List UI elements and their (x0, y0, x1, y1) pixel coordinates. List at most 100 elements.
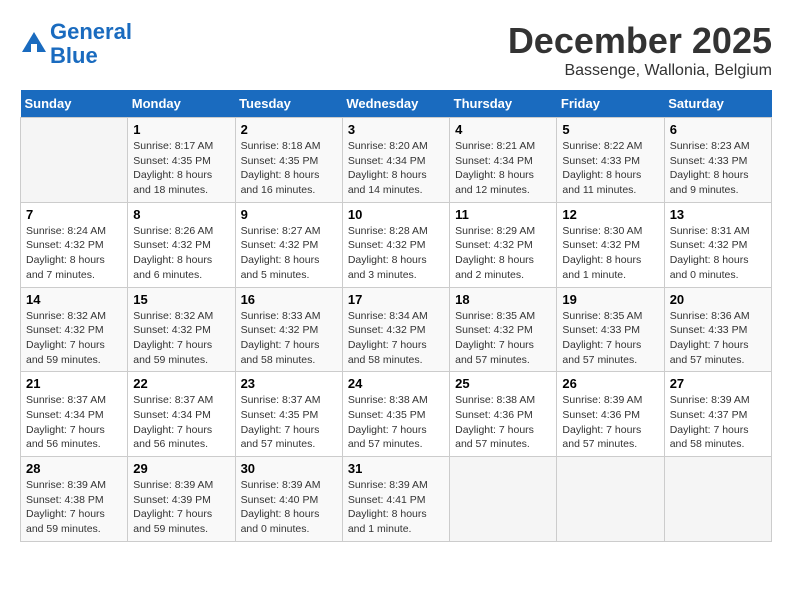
calendar-cell: 1 Sunrise: 8:17 AM Sunset: 4:35 PM Daylig… (128, 118, 235, 203)
day-number: 14 (26, 292, 122, 307)
calendar-cell (557, 457, 664, 542)
cell-content: Sunrise: 8:31 AM Sunset: 4:32 PM Dayligh… (670, 224, 766, 283)
calendar-cell: 6Sunrise: 8:23 AM Sunset: 4:33 PM Daylig… (664, 118, 771, 203)
day-number: 11 (455, 207, 551, 222)
day-header-saturday: Saturday (664, 90, 771, 118)
cell-content: Sunrise: 8:35 AM Sunset: 4:33 PM Dayligh… (562, 309, 658, 368)
day-number: 2 (241, 122, 337, 137)
calendar-cell: 7Sunrise: 8:24 AM Sunset: 4:32 PM Daylig… (21, 202, 128, 287)
day-number: 27 (670, 376, 766, 391)
cell-content: Sunrise: 8:37 AM Sunset: 4:34 PM Dayligh… (133, 393, 229, 452)
cell-content: Sunrise: 8:26 AM Sunset: 4:32 PM Dayligh… (133, 224, 229, 283)
cell-content: Sunrise: 8:39 AM Sunset: 4:41 PM Dayligh… (348, 478, 444, 537)
calendar-cell: 30 Sunrise: 8:39 AM Sunset: 4:40 PM Dayli… (235, 457, 342, 542)
day-header-friday: Friday (557, 90, 664, 118)
day-number: 9 (241, 207, 337, 222)
calendar-cell: 9 Sunrise: 8:27 AM Sunset: 4:32 PM Daylig… (235, 202, 342, 287)
day-number: 26 (562, 376, 658, 391)
day-number: 10 (348, 207, 444, 222)
cell-content: Sunrise: 8:28 AM Sunset: 4:32 PM Dayligh… (348, 224, 444, 283)
cell-content: Sunrise: 8:17 AM Sunset: 4:35 PM Dayligh… (133, 139, 229, 198)
calendar-cell: 11 Sunrise: 8:29 AM Sunset: 4:32 PM Dayli… (450, 202, 557, 287)
day-header-monday: Monday (128, 90, 235, 118)
calendar-table: SundayMondayTuesdayWednesdayThursdayFrid… (20, 90, 772, 542)
cell-content: Sunrise: 8:36 AM Sunset: 4:33 PM Dayligh… (670, 309, 766, 368)
day-number: 12 (562, 207, 658, 222)
cell-content: Sunrise: 8:38 AM Sunset: 4:35 PM Dayligh… (348, 393, 444, 452)
calendar-week-2: 7Sunrise: 8:24 AM Sunset: 4:32 PM Daylig… (21, 202, 772, 287)
cell-content: Sunrise: 8:27 AM Sunset: 4:32 PM Dayligh… (241, 224, 337, 283)
cell-content: Sunrise: 8:39 AM Sunset: 4:39 PM Dayligh… (133, 478, 229, 537)
day-number: 20 (670, 292, 766, 307)
calendar-cell: 19 Sunrise: 8:35 AM Sunset: 4:33 PM Dayli… (557, 287, 664, 372)
calendar-cell (21, 118, 128, 203)
cell-content: Sunrise: 8:18 AM Sunset: 4:35 PM Dayligh… (241, 139, 337, 198)
calendar-cell: 8 Sunrise: 8:26 AM Sunset: 4:32 PM Daylig… (128, 202, 235, 287)
cell-content: Sunrise: 8:29 AM Sunset: 4:32 PM Dayligh… (455, 224, 551, 283)
day-number: 24 (348, 376, 444, 391)
logo-icon (20, 30, 48, 58)
calendar-cell: 4Sunrise: 8:21 AM Sunset: 4:34 PM Daylig… (450, 118, 557, 203)
calendar-cell: 13 Sunrise: 8:31 AM Sunset: 4:32 PM Dayli… (664, 202, 771, 287)
cell-content: Sunrise: 8:32 AM Sunset: 4:32 PM Dayligh… (26, 309, 122, 368)
day-number: 19 (562, 292, 658, 307)
cell-content: Sunrise: 8:32 AM Sunset: 4:32 PM Dayligh… (133, 309, 229, 368)
day-number: 28 (26, 461, 122, 476)
calendar-cell: 22 Sunrise: 8:37 AM Sunset: 4:34 PM Dayli… (128, 372, 235, 457)
cell-content: Sunrise: 8:20 AM Sunset: 4:34 PM Dayligh… (348, 139, 444, 198)
day-number: 13 (670, 207, 766, 222)
day-number: 30 (241, 461, 337, 476)
cell-content: Sunrise: 8:39 AM Sunset: 4:38 PM Dayligh… (26, 478, 122, 537)
calendar-cell: 20 Sunrise: 8:36 AM Sunset: 4:33 PM Dayli… (664, 287, 771, 372)
day-number: 16 (241, 292, 337, 307)
day-number: 3 (348, 122, 444, 137)
calendar-week-5: 28 Sunrise: 8:39 AM Sunset: 4:38 PM Dayli… (21, 457, 772, 542)
calendar-cell: 24 Sunrise: 8:38 AM Sunset: 4:35 PM Dayli… (342, 372, 449, 457)
title-block: December 2025 Bassenge, Wallonia, Belgiu… (508, 20, 772, 80)
day-number: 23 (241, 376, 337, 391)
calendar-cell: 28 Sunrise: 8:39 AM Sunset: 4:38 PM Dayli… (21, 457, 128, 542)
day-number: 1 (133, 122, 229, 137)
cell-content: Sunrise: 8:37 AM Sunset: 4:35 PM Dayligh… (241, 393, 337, 452)
day-number: 31 (348, 461, 444, 476)
calendar-cell: 29 Sunrise: 8:39 AM Sunset: 4:39 PM Dayli… (128, 457, 235, 542)
cell-content: Sunrise: 8:38 AM Sunset: 4:36 PM Dayligh… (455, 393, 551, 452)
cell-content: Sunrise: 8:21 AM Sunset: 4:34 PM Dayligh… (455, 139, 551, 198)
day-number: 17 (348, 292, 444, 307)
cell-content: Sunrise: 8:23 AM Sunset: 4:33 PM Dayligh… (670, 139, 766, 198)
calendar-cell: 31 Sunrise: 8:39 AM Sunset: 4:41 PM Dayli… (342, 457, 449, 542)
day-number: 25 (455, 376, 551, 391)
day-header-wednesday: Wednesday (342, 90, 449, 118)
calendar-cell: 10 Sunrise: 8:28 AM Sunset: 4:32 PM Dayli… (342, 202, 449, 287)
calendar-body: 1 Sunrise: 8:17 AM Sunset: 4:35 PM Daylig… (21, 118, 772, 542)
calendar-cell: 25 Sunrise: 8:38 AM Sunset: 4:36 PM Dayli… (450, 372, 557, 457)
cell-content: Sunrise: 8:33 AM Sunset: 4:32 PM Dayligh… (241, 309, 337, 368)
calendar-cell: 27Sunrise: 8:39 AM Sunset: 4:37 PM Dayli… (664, 372, 771, 457)
calendar-week-1: 1 Sunrise: 8:17 AM Sunset: 4:35 PM Daylig… (21, 118, 772, 203)
calendar-cell: 12 Sunrise: 8:30 AM Sunset: 4:32 PM Dayli… (557, 202, 664, 287)
day-header-tuesday: Tuesday (235, 90, 342, 118)
cell-content: Sunrise: 8:34 AM Sunset: 4:32 PM Dayligh… (348, 309, 444, 368)
calendar-cell: 23 Sunrise: 8:37 AM Sunset: 4:35 PM Dayli… (235, 372, 342, 457)
calendar-cell: 21Sunrise: 8:37 AM Sunset: 4:34 PM Dayli… (21, 372, 128, 457)
calendar-cell: 3 Sunrise: 8:20 AM Sunset: 4:34 PM Daylig… (342, 118, 449, 203)
day-number: 15 (133, 292, 229, 307)
cell-content: Sunrise: 8:37 AM Sunset: 4:34 PM Dayligh… (26, 393, 122, 452)
cell-content: Sunrise: 8:30 AM Sunset: 4:32 PM Dayligh… (562, 224, 658, 283)
cell-content: Sunrise: 8:24 AM Sunset: 4:32 PM Dayligh… (26, 224, 122, 283)
day-number: 22 (133, 376, 229, 391)
day-number: 29 (133, 461, 229, 476)
calendar-cell: 18Sunrise: 8:35 AM Sunset: 4:32 PM Dayli… (450, 287, 557, 372)
calendar-cell: 15 Sunrise: 8:32 AM Sunset: 4:32 PM Dayli… (128, 287, 235, 372)
calendar-cell: 2 Sunrise: 8:18 AM Sunset: 4:35 PM Daylig… (235, 118, 342, 203)
calendar-cell (664, 457, 771, 542)
cell-content: Sunrise: 8:39 AM Sunset: 4:40 PM Dayligh… (241, 478, 337, 537)
calendar-week-3: 14 Sunrise: 8:32 AM Sunset: 4:32 PM Dayli… (21, 287, 772, 372)
logo-text: General Blue (50, 20, 132, 68)
day-number: 8 (133, 207, 229, 222)
calendar-cell: 14 Sunrise: 8:32 AM Sunset: 4:32 PM Dayli… (21, 287, 128, 372)
calendar-cell: 5Sunrise: 8:22 AM Sunset: 4:33 PM Daylig… (557, 118, 664, 203)
month-title: December 2025 (508, 20, 772, 62)
location: Bassenge, Wallonia, Belgium (508, 62, 772, 80)
page-header: General Blue December 2025 Bassenge, Wal… (20, 20, 772, 80)
